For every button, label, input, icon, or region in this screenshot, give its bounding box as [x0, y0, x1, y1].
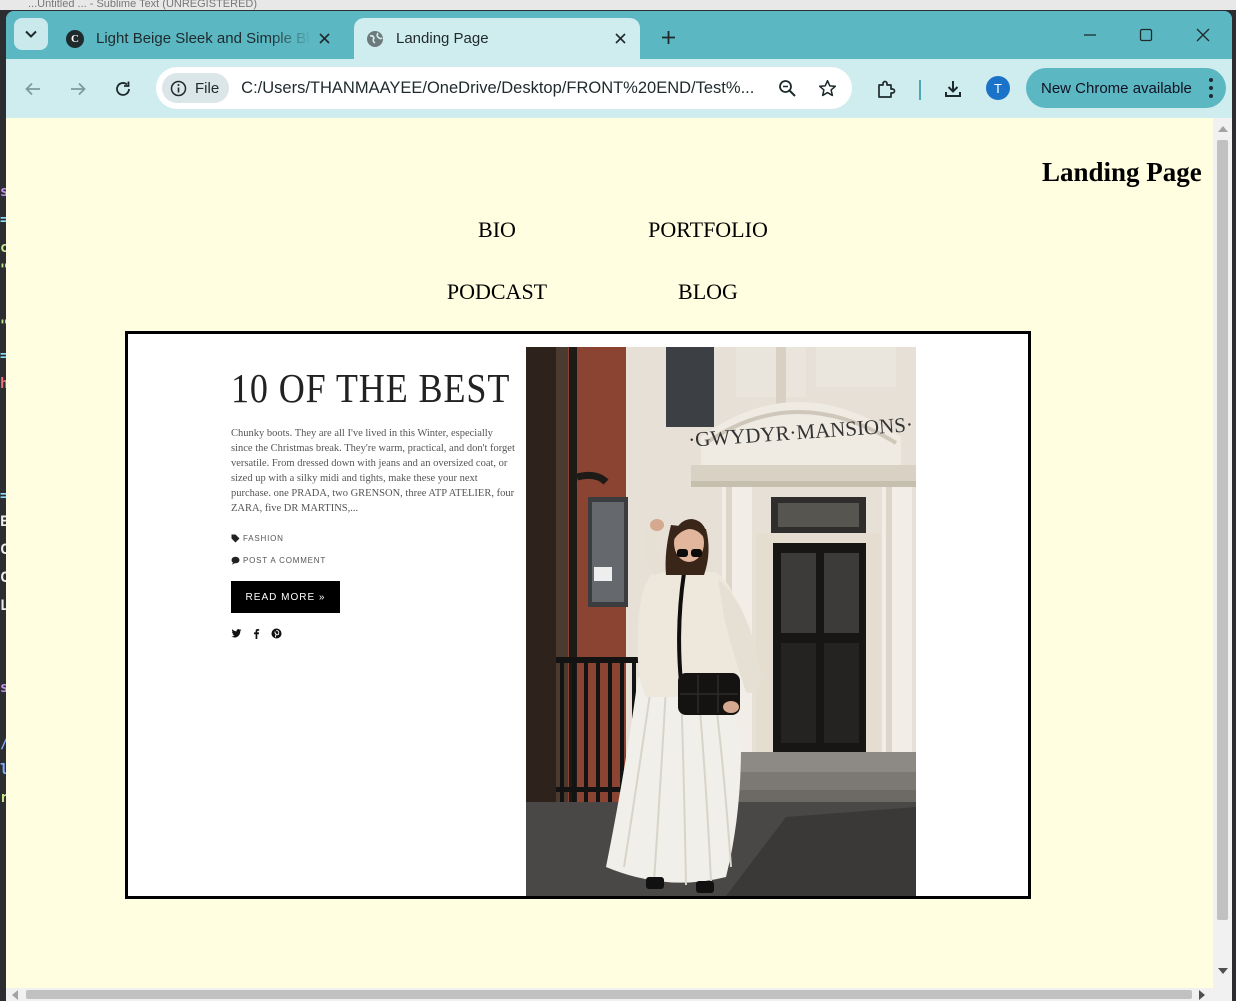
tab-title: Landing Page	[396, 30, 489, 47]
social-icons	[231, 627, 521, 639]
site-info-label: File	[195, 79, 220, 97]
tab-canva[interactable]: C Light Beige Sleek and Simple Bl	[54, 18, 344, 59]
tab-search-button[interactable]	[14, 18, 48, 50]
background-title: ...Untitled ... - Sublime Text (UNREGIST…	[28, 0, 258, 10]
close-icon	[318, 33, 330, 44]
back-button[interactable]	[17, 73, 49, 105]
star-icon	[818, 79, 836, 96]
url-text[interactable]: C:/Users/THANMAAYEE/OneDrive/Desktop/FRO…	[241, 79, 765, 98]
minimize-icon	[1084, 34, 1096, 36]
reload-icon	[116, 81, 130, 96]
download-icon	[945, 81, 961, 97]
new-tab-button[interactable]	[654, 23, 682, 51]
blog-post-preview: 10 OF THE BEST Chunky boots. They are al…	[231, 364, 521, 639]
toolbar-separator	[919, 80, 921, 100]
browser-toolbar: File C:/Users/THANMAAYEE/OneDrive/Deskto…	[6, 59, 1232, 118]
tab-title: Light Beige Sleek and Simple Bl	[96, 30, 310, 47]
nav-link-podcast[interactable]: PODCAST	[447, 279, 547, 305]
globe-icon	[366, 30, 384, 48]
fashion-photo: ·GWYDYR·MANSIONS·	[526, 347, 916, 896]
minimize-button[interactable]	[1067, 21, 1113, 49]
close-window-button[interactable]	[1180, 21, 1226, 49]
browser-window: C Light Beige Sleek and Simple Bl Landin…	[6, 11, 1232, 1001]
chevron-down-icon	[25, 30, 37, 38]
close-tab-button[interactable]	[312, 27, 336, 51]
maximize-button[interactable]	[1123, 21, 1169, 49]
bookmark-button[interactable]	[811, 72, 843, 104]
info-icon	[170, 80, 187, 96]
twitter-icon	[231, 627, 242, 639]
background-title-strip: ...Untitled ... - Sublime Text (UNREGIST…	[0, 0, 1236, 10]
pinterest-icon	[271, 627, 282, 639]
scroll-up-arrow-icon[interactable]	[1218, 126, 1228, 132]
vertical-scrollbar[interactable]	[1213, 118, 1232, 988]
extensions-button[interactable]	[870, 73, 902, 105]
category-label: FASHION	[243, 534, 284, 543]
page-viewport: Landing Page BIO PORTFOLIO PODCAST BLOG …	[6, 118, 1232, 1001]
close-icon	[614, 33, 626, 44]
forward-button[interactable]	[62, 73, 94, 105]
post-title: 10 OF THE BEST	[231, 365, 511, 411]
zoom-button[interactable]	[771, 72, 803, 104]
post-comment-link: POST A COMMENT	[231, 556, 521, 565]
maximize-icon	[1139, 28, 1153, 42]
chrome-update-button[interactable]: New Chrome available	[1026, 68, 1226, 108]
zoom-out-icon	[778, 79, 796, 97]
nav-link-portfolio[interactable]: PORTFOLIO	[648, 217, 768, 243]
facebook-icon	[251, 627, 262, 639]
puzzle-icon	[878, 80, 896, 98]
tab-strip: C Light Beige Sleek and Simple Bl Landin…	[6, 11, 1232, 59]
site-info-chip[interactable]: File	[162, 73, 230, 103]
close-tab-button[interactable]	[608, 27, 632, 51]
address-bar[interactable]: File C:/Users/THANMAAYEE/OneDrive/Deskto…	[156, 67, 852, 109]
nav-link-bio[interactable]: BIO	[478, 217, 516, 243]
scroll-down-arrow-icon[interactable]	[1218, 968, 1228, 974]
arrow-right-icon	[71, 82, 86, 96]
horizontal-scrollbar[interactable]	[6, 988, 1232, 1001]
read-more-button: READ MORE »	[231, 581, 340, 613]
profile-avatar[interactable]: T	[986, 76, 1010, 100]
arrow-left-icon	[25, 82, 40, 96]
vertical-scroll-thumb[interactable]	[1217, 140, 1228, 920]
post-category: FASHION	[231, 534, 521, 543]
scroll-right-arrow-icon[interactable]	[1199, 990, 1205, 1000]
reload-button[interactable]	[107, 73, 139, 105]
comment-icon	[231, 556, 240, 565]
scroll-left-arrow-icon[interactable]	[12, 990, 18, 1000]
page-title: Landing Page	[1042, 157, 1202, 187]
tab-landing-page[interactable]: Landing Page	[354, 18, 640, 59]
menu-dots-icon	[1208, 78, 1214, 98]
comment-label: POST A COMMENT	[243, 556, 327, 565]
post-excerpt: Chunky boots. They are all I've lived in…	[231, 428, 515, 514]
horizontal-scroll-thumb[interactable]	[26, 990, 1192, 999]
canva-icon: C	[66, 29, 84, 48]
nav-link-blog[interactable]: BLOG	[678, 279, 738, 305]
close-icon	[1196, 28, 1210, 42]
hero-image: 10 OF THE BEST Chunky boots. They are al…	[125, 331, 1031, 899]
plus-icon	[661, 30, 675, 44]
downloads-button[interactable]	[937, 73, 969, 105]
update-label: New Chrome available	[1041, 79, 1192, 97]
tag-icon	[231, 534, 240, 543]
